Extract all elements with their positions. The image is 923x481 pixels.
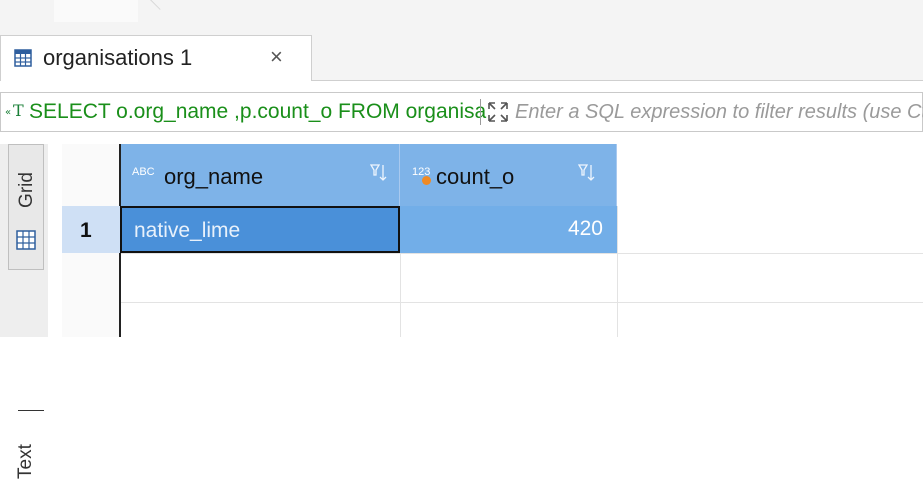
close-icon[interactable]: ×	[270, 44, 283, 70]
tab-divider	[150, 0, 171, 10]
row-number[interactable]: 1	[62, 206, 120, 253]
previous-tab[interactable]	[54, 0, 138, 22]
column-header-count-o[interactable]: 123 count_o	[400, 144, 617, 206]
tab-divider	[18, 410, 44, 411]
key-dot-icon	[422, 176, 431, 185]
column-name: org_name	[164, 164, 264, 189]
column-name: count_o	[436, 164, 515, 189]
tab-title: organisations 1	[43, 45, 193, 70]
filter-sort-icon[interactable]	[370, 162, 388, 184]
svg-text:T: T	[13, 101, 24, 120]
grid-header: ABC org_name 123 count_o	[120, 144, 617, 206]
grid-tab-label: Grid	[16, 172, 37, 208]
tab-organisations[interactable]: organisations 1 ×	[0, 35, 312, 81]
sql-text-icon: « T	[5, 100, 25, 125]
svg-text:«: «	[5, 107, 11, 118]
column-type-badge: ABC	[132, 166, 155, 178]
grid-line	[120, 302, 923, 303]
cell-org-name[interactable]: native_lime	[120, 206, 400, 253]
grid-line	[400, 253, 401, 337]
expand-icon[interactable]	[487, 101, 509, 123]
separator	[480, 99, 481, 125]
view-switcher-panel: Grid Text	[0, 144, 48, 479]
filter-input[interactable]	[515, 98, 923, 126]
grid-line	[120, 253, 923, 254]
table-row[interactable]: 1 native_lime 420	[62, 206, 923, 253]
tab-text-view[interactable]: Text	[8, 410, 44, 481]
table-icon	[14, 49, 32, 67]
query-filter-bar: « T SELECT o.org_name ,p.count_o FROM or…	[0, 92, 923, 132]
grid-icon	[16, 230, 36, 250]
sql-query-text[interactable]: SELECT o.org_name ,p.count_o FROM organi…	[29, 100, 486, 124]
text-tab-label: Text	[15, 444, 36, 479]
filter-sort-icon[interactable]	[578, 162, 596, 184]
column-header-org-name[interactable]: ABC org_name	[120, 144, 400, 206]
top-strip	[0, 0, 923, 22]
editor-tab-bar: organisations 1 ×	[0, 22, 923, 81]
tab-grid-view[interactable]: Grid	[8, 144, 44, 270]
cell-count-o[interactable]: 420	[400, 206, 617, 253]
results-grid: ABC org_name 123 count_o 1 native_lime 4…	[62, 144, 923, 337]
